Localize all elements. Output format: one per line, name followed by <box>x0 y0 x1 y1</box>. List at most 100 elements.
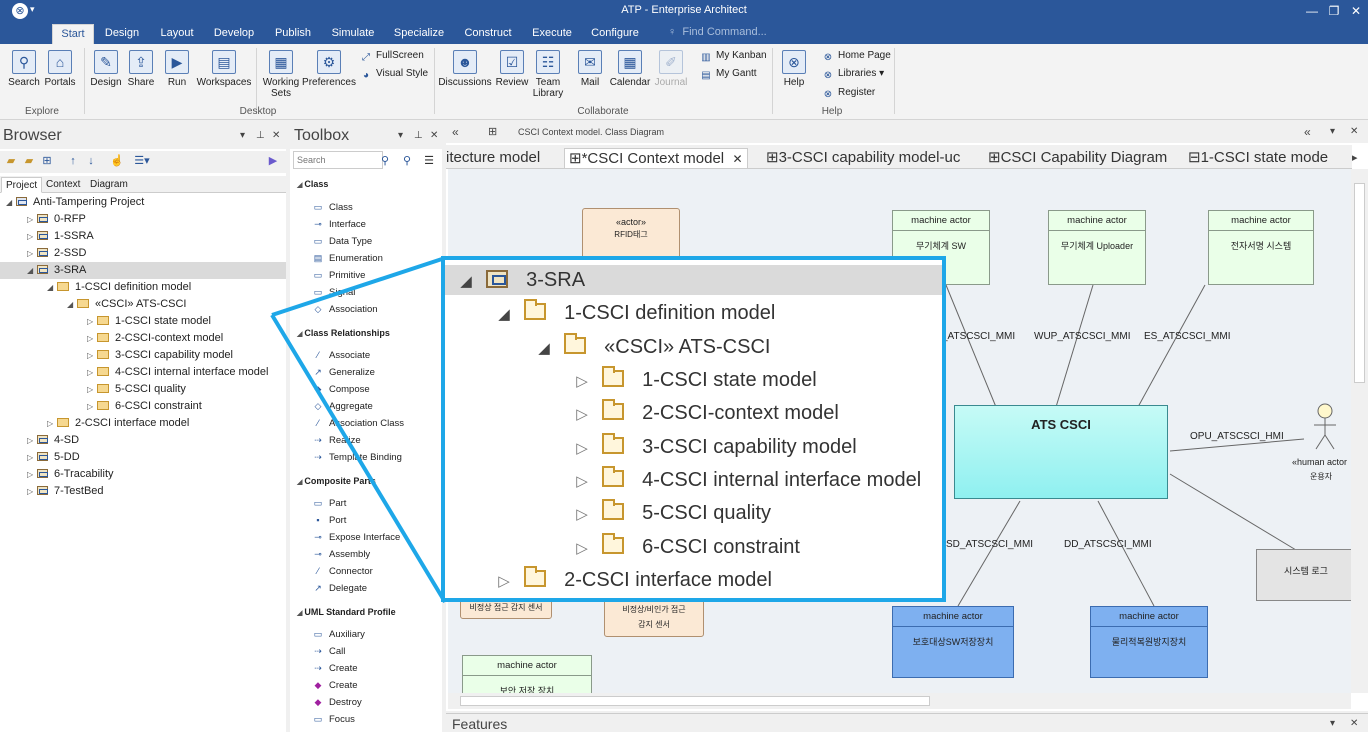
tool-connector[interactable]: ⁄ Connector <box>312 566 373 577</box>
tool-association[interactable]: ◇ Association <box>312 304 378 315</box>
tab-construct[interactable]: Construct <box>460 24 516 44</box>
close-tab-icon[interactable]: ✕ <box>732 152 742 166</box>
tool-create[interactable]: ⇢ Create <box>312 663 357 674</box>
ats-csci-node[interactable]: ATS CSCI <box>954 405 1168 499</box>
expand-arrow-icon[interactable]: ▷ <box>47 415 57 432</box>
tab-publish[interactable]: Publish <box>270 24 316 44</box>
expand-arrow-icon[interactable]: ▷ <box>27 228 37 245</box>
section-uml-standard-profile[interactable]: UML Standard Profile <box>297 607 395 617</box>
tool-association-class[interactable]: ⁄ Association Class <box>312 418 404 429</box>
tool-destroy[interactable]: ◆ Destroy <box>312 697 362 708</box>
tool-primitive[interactable]: ▭ Primitive <box>312 270 366 281</box>
tree-item-testbed[interactable]: ▷ 7-TestBed <box>27 483 104 500</box>
tool-focus[interactable]: ▭ Focus <box>312 714 355 725</box>
horizontal-scrollbar[interactable] <box>448 693 1351 709</box>
tool-call[interactable]: ⇢ Call <box>312 646 345 657</box>
expand-arrow-icon[interactable]: ▷ <box>87 381 97 398</box>
tree-item-ats-csci[interactable]: ◢ «CSCI» ATS-CSCI <box>67 296 187 313</box>
expand-arrow-icon[interactable]: ▷ <box>87 364 97 381</box>
section-class-relationships[interactable]: Class Relationships <box>297 328 390 338</box>
team-library-button[interactable]: ☷ Team Library <box>530 50 566 99</box>
move-up-icon[interactable]: ↑ <box>66 154 80 168</box>
tab-capability-diagram[interactable]: ⊞CSCI Capability Diagram <box>984 148 1171 168</box>
tree-item-rfp[interactable]: ▷ 0-RFP <box>27 211 86 228</box>
expand-arrow-icon[interactable]: ▶ <box>266 154 280 168</box>
tab-csci-context-model[interactable]: ⊞*CSCI Context model ✕ <box>564 148 748 168</box>
expand-arrow-icon[interactable]: ▷ <box>87 330 97 347</box>
new-package-icon[interactable]: ▰ <box>22 154 36 168</box>
section-composite-parts[interactable]: Composite Parts <box>297 476 376 486</box>
collapse-right-icon[interactable]: « <box>1304 125 1311 139</box>
scroll-thumb[interactable] <box>1354 183 1365 383</box>
diagram-menu-chevron-icon[interactable]: ▾ <box>1330 126 1335 137</box>
tool-port[interactable]: ▪ Port <box>312 515 346 526</box>
scroll-thumb[interactable] <box>460 696 930 706</box>
machine-actor-secure-storage[interactable]: machine actor 보안 저장 장치 <box>462 655 592 693</box>
browser-menu-icon[interactable]: ☰▾ <box>130 154 154 168</box>
tree-item-sd[interactable]: ▷ 4-SD <box>27 432 79 449</box>
expand-arrow-icon[interactable]: ▷ <box>27 245 37 262</box>
tool-data-type[interactable]: ▭ Data Type <box>312 236 372 247</box>
tool-aggregate[interactable]: ◇ Aggregate <box>312 401 373 412</box>
machine-actor-esign[interactable]: machine actor 전자서명 시스템 <box>1208 210 1314 285</box>
tab-execute[interactable]: Execute <box>528 24 576 44</box>
tree-item-tracability[interactable]: ▷ 6-Tracability <box>27 466 114 483</box>
expand-arrow-icon[interactable]: ▷ <box>27 483 37 500</box>
panel-menu-chevron-icon[interactable]: ▾ <box>1330 718 1335 729</box>
collapse-arrow-icon[interactable]: ◢ <box>47 279 57 296</box>
preferences-button[interactable]: ⚙ Preferences <box>302 50 356 88</box>
tab-start[interactable]: Start <box>52 24 94 44</box>
tree-item-dd[interactable]: ▷ 5-DD <box>27 449 80 466</box>
journal-button[interactable]: ✐ Journal <box>652 50 690 88</box>
toolbox-search-input[interactable]: Search <box>293 151 383 169</box>
move-down-icon[interactable]: ↓ <box>84 154 98 168</box>
expand-arrow-icon[interactable]: ▷ <box>27 432 37 449</box>
tree-item-csci-interface[interactable]: ▷ 2-CSCI interface model <box>47 415 189 432</box>
share-button[interactable]: ⇪ Share <box>124 50 158 88</box>
tool-class[interactable]: ▭ Class <box>312 202 353 213</box>
my-gantt-button[interactable]: ▤ My Gantt <box>700 68 756 82</box>
mail-button[interactable]: ✉ Mail <box>574 50 606 88</box>
working-sets-button[interactable]: ▦ Working Sets <box>260 50 302 99</box>
new-folder-icon[interactable]: ▰ <box>4 154 18 168</box>
tab-layout[interactable]: Layout <box>155 24 199 44</box>
collapse-arrow-icon[interactable]: ◢ <box>67 296 77 313</box>
restore-icon[interactable]: ❐ <box>1326 4 1342 19</box>
tab-specialize[interactable]: Specialize <box>390 24 448 44</box>
visual-style-button[interactable]: ◕ Visual Style <box>360 68 428 82</box>
tabs-scroll-right-icon[interactable]: ▸ <box>1352 151 1358 164</box>
tool-associate[interactable]: ⁄ Associate <box>312 350 370 361</box>
close-panel-icon[interactable]: ✕ <box>272 130 280 141</box>
tree-item-ssra[interactable]: ▷ 1-SSRA <box>27 228 94 245</box>
tab-design[interactable]: Design <box>100 24 144 44</box>
tool-enumeration[interactable]: ▤ Enumeration <box>312 253 383 264</box>
vertical-scrollbar[interactable] <box>1351 169 1368 693</box>
tab-simulate[interactable]: Simulate <box>328 24 378 44</box>
my-kanban-button[interactable]: ▥ My Kanban <box>700 50 766 64</box>
tree-item-constraint[interactable]: ▷ 6-CSCI constraint <box>87 398 202 415</box>
close-panel-icon[interactable]: ✕ <box>430 130 438 141</box>
collapse-arrow-icon[interactable]: ◢ <box>6 194 16 211</box>
machine-actor-uploader[interactable]: machine actor 무기체계 Uploader <box>1048 210 1146 285</box>
tree-item-capability[interactable]: ▷ 3-CSCI capability model <box>87 347 233 364</box>
unauthorized-access-sensor[interactable]: 비정상/비인가 접근 감지 센서 <box>604 597 704 637</box>
tool-create-2[interactable]: ◆ Create <box>312 680 358 691</box>
human-actor[interactable]: «human actor 운용자 <box>1292 403 1350 481</box>
help-button[interactable]: ⊗ Help <box>778 50 810 88</box>
find-toolbox-icon[interactable]: ⚲ <box>400 154 414 168</box>
panel-menu-chevron-icon[interactable]: ▾ <box>240 130 245 141</box>
tool-generalize[interactable]: ↗ Generalize <box>312 367 375 378</box>
tree-item-ssd[interactable]: ▷ 2-SSD <box>27 245 86 262</box>
expand-arrow-icon[interactable]: ▷ <box>87 398 97 415</box>
discussions-button[interactable]: ☻ Discussions <box>438 50 492 88</box>
machine-actor-anti-restore[interactable]: machine actor 물리적복원방지장치 <box>1090 606 1208 678</box>
tree-item-context[interactable]: ▷ 2-CSCI-context model <box>87 330 223 347</box>
tab-develop[interactable]: Develop <box>210 24 258 44</box>
minimize-icon[interactable]: — <box>1304 4 1320 19</box>
tool-compose[interactable]: ◆ Compose <box>312 384 370 395</box>
system-log-box[interactable]: 시스템 로그 <box>1256 549 1351 601</box>
search-icon[interactable]: ⚲ <box>378 154 392 168</box>
expand-arrow-icon[interactable]: ▷ <box>27 211 37 228</box>
tool-auxiliary[interactable]: ▭ Auxiliary <box>312 629 365 640</box>
close-window-icon[interactable]: ✕ <box>1348 4 1364 19</box>
